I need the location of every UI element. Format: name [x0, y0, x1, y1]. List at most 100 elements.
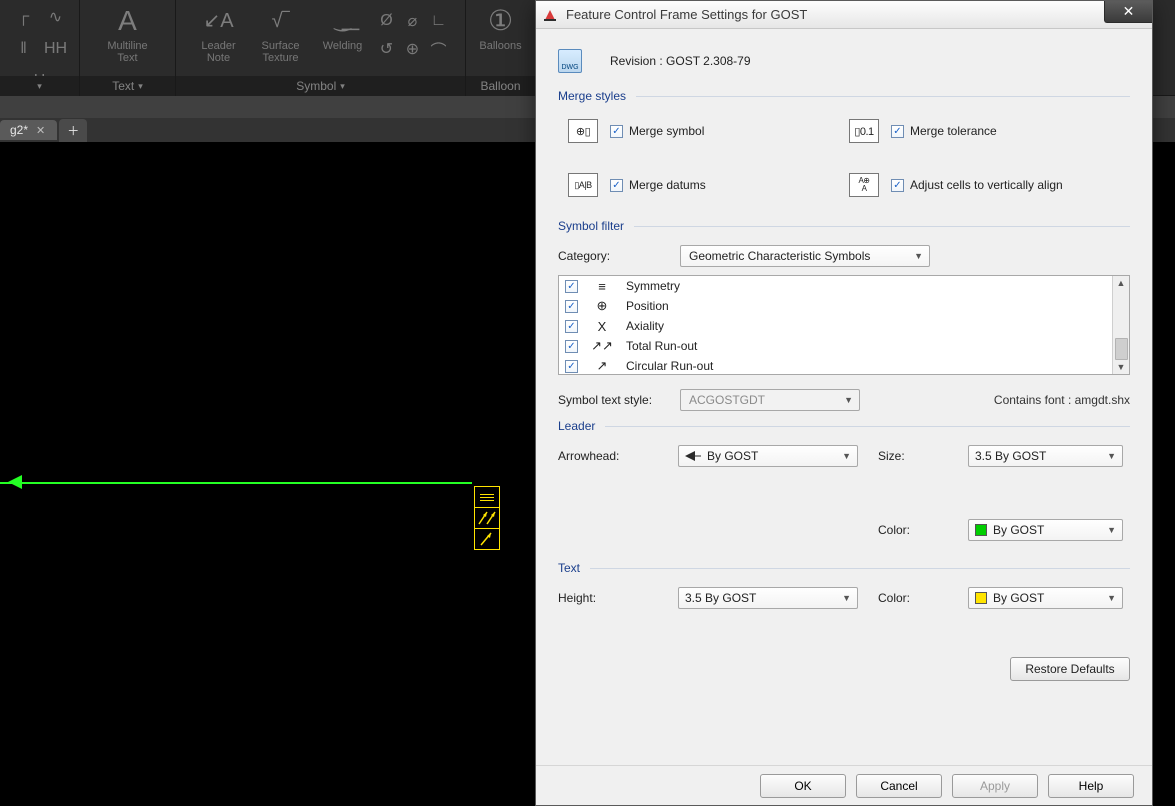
chevron-down-icon: ▼	[1107, 525, 1116, 535]
surface-texture-button[interactable]: √‾ Surface Texture	[250, 4, 312, 64]
scroll-down-icon[interactable]: ▼	[1117, 362, 1126, 372]
symbol-list[interactable]: ✓≡Symmetry✓⊕Position✓XAxiality✓↗↗Total R…	[558, 275, 1130, 375]
help-button[interactable]: Help	[1048, 774, 1134, 798]
list-item-checkbox[interactable]: ✓	[565, 340, 578, 353]
fcf-cell	[474, 507, 500, 529]
multiline-text-button[interactable]: A Multiline Text	[97, 4, 159, 64]
leader-icon: ↙A	[203, 6, 233, 40]
list-item[interactable]: ✓ ↗ Circular Run-out	[559, 356, 1112, 376]
list-item-label: Circular Run-out	[626, 359, 713, 373]
leader-size-select[interactable]: 3.5 By GOST ▼	[968, 445, 1123, 467]
balloons-button[interactable]: ① Balloons	[470, 4, 532, 52]
close-icon: ✕	[1123, 3, 1135, 20]
adjust-cells-icon: A⊕A	[849, 173, 879, 197]
close-button[interactable]: ✕	[1104, 1, 1152, 23]
symbol-glyph: ↗	[588, 358, 616, 374]
chevron-down-icon: ▼	[1107, 593, 1116, 603]
panel-title: Symbol	[296, 79, 336, 93]
restore-defaults-button[interactable]: Restore Defaults	[1010, 657, 1130, 681]
list-item-label: Axiality	[626, 319, 664, 333]
adjust-cells-checkbox[interactable]: ✓ Adjust cells to vertically align	[891, 178, 1063, 192]
ribbon-glyph[interactable]: ‖	[11, 36, 37, 62]
leader-color-select[interactable]: By GOST ▼	[968, 519, 1123, 541]
ribbon-glyph[interactable]: ∟	[426, 8, 452, 34]
ribbon-glyph[interactable]: ↺	[374, 36, 400, 62]
scrollbar[interactable]: ▲ ▼	[1112, 276, 1129, 374]
checkbox-label: Adjust cells to vertically align	[910, 178, 1063, 192]
list-item[interactable]: ✓ X Axiality	[559, 316, 1112, 336]
symbol-glyph: ≡	[588, 279, 616, 294]
dialog-titlebar[interactable]: Feature Control Frame Settings for GOST …	[536, 1, 1152, 29]
category-select[interactable]: Geometric Characteristic Symbols ▼	[680, 245, 930, 267]
chevron-down-icon: ▼	[1107, 451, 1116, 461]
chevron-down-icon: ▼	[844, 395, 853, 405]
welding-button[interactable]: ‿͟ Welding	[312, 4, 374, 64]
apply-button[interactable]: Apply	[952, 774, 1038, 798]
symbol-style-label: Symbol text style:	[558, 393, 666, 407]
list-item-checkbox[interactable]: ✓	[565, 360, 578, 373]
scrollbar-thumb[interactable]	[1115, 338, 1128, 360]
ribbon-panel-balloon: ① Balloons Balloon	[466, 0, 536, 96]
ribbon-glyph[interactable]: Ø	[374, 8, 400, 34]
font-note: Contains font : amgdt.shx	[994, 393, 1130, 407]
select-value: By GOST	[993, 523, 1044, 537]
group-text: Text	[558, 561, 1130, 575]
weld-icon: ‿͟	[334, 6, 350, 40]
ribbon-panel-text: A Multiline Text Text▾	[80, 0, 176, 96]
feature-control-frame[interactable]	[474, 486, 500, 550]
close-icon[interactable]: ✕	[36, 124, 45, 137]
surface-icon: √‾	[272, 6, 290, 40]
ok-button[interactable]: OK	[760, 774, 846, 798]
ribbon-glyph[interactable]: ┌	[11, 4, 37, 30]
color-swatch	[975, 524, 987, 536]
ribbon-glyph[interactable]: HН	[43, 36, 69, 62]
balloon-icon: ①	[488, 6, 513, 40]
list-item-checkbox[interactable]: ✓	[565, 300, 578, 313]
color-swatch	[975, 592, 987, 604]
list-item[interactable]: ✓⊕Position	[559, 296, 1112, 316]
merge-tolerance-checkbox[interactable]: ✓ Merge tolerance	[891, 124, 997, 138]
ribbon-glyph[interactable]: ∿	[43, 4, 69, 30]
leader-line	[0, 482, 472, 484]
text-height-select[interactable]: 3.5 By GOST ▼	[678, 587, 858, 609]
group-merge-styles: Merge styles	[558, 89, 1130, 103]
plus-icon: ＋	[67, 122, 79, 139]
new-tab-button[interactable]: ＋	[59, 119, 87, 142]
symbol-glyph: ↗↗	[588, 338, 616, 354]
fcf-cell	[474, 528, 500, 550]
select-value: ACGOSTGDT	[689, 393, 765, 407]
list-item-label: Total Run-out	[626, 339, 697, 353]
document-tab[interactable]: g2* ✕	[0, 120, 57, 140]
list-item-checkbox[interactable]: ✓	[565, 280, 578, 293]
text-color-label: Color:	[878, 591, 968, 605]
select-value: 3.5 By GOST	[685, 591, 756, 605]
dialog-title: Feature Control Frame Settings for GOST	[566, 7, 807, 22]
fcf-settings-dialog: Feature Control Frame Settings for GOST …	[535, 0, 1153, 806]
dwg-icon: DWG	[558, 49, 582, 73]
scroll-up-icon[interactable]: ▲	[1117, 278, 1126, 288]
size-label: Size:	[878, 449, 968, 463]
cancel-button[interactable]: Cancel	[856, 774, 942, 798]
leader-note-button[interactable]: ↙A Leader Note	[188, 4, 250, 64]
ribbon-panel-0: ┌ ∿ ‖ HН H ▾	[0, 0, 80, 96]
ribbon-glyph[interactable]: ⊕	[400, 36, 426, 62]
text-color-select[interactable]: By GOST ▼	[968, 587, 1123, 609]
ribbon-glyph[interactable]: ⌀	[400, 8, 426, 34]
chevron-down-icon: ▼	[842, 593, 851, 603]
checkbox-label: Merge symbol	[629, 124, 704, 138]
merge-datums-checkbox[interactable]: ✓ Merge datums	[610, 178, 706, 192]
list-item[interactable]: ✓ ↗↗ Total Run-out	[559, 336, 1112, 356]
select-value: By GOST	[707, 449, 758, 463]
chevron-down-icon: ▼	[914, 251, 923, 261]
merge-symbol-checkbox[interactable]: ✓ Merge symbol	[610, 124, 704, 138]
symbol-glyph: X	[588, 319, 616, 334]
arrowhead-select[interactable]: By GOST ▼	[678, 445, 858, 467]
panel-title: Balloon	[480, 79, 520, 93]
list-item[interactable]: ✓≡Symmetry	[559, 276, 1112, 296]
app-icon	[542, 7, 558, 23]
panel-title: Text	[112, 79, 134, 93]
list-item-checkbox[interactable]: ✓	[565, 320, 578, 333]
symbol-style-select[interactable]: ACGOSTGDT ▼	[680, 389, 860, 411]
ribbon-glyph[interactable]: ⌒	[426, 36, 452, 62]
select-value: 3.5 By GOST	[975, 449, 1046, 463]
